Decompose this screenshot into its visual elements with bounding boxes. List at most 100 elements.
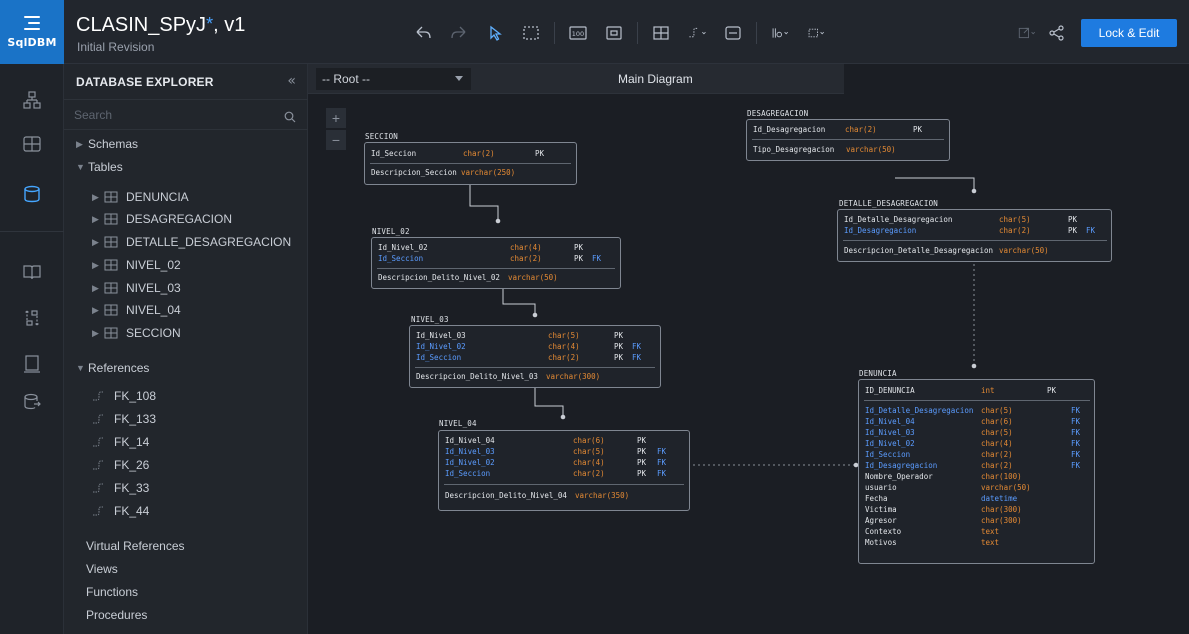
hierarchy-icon[interactable]: [22, 90, 42, 110]
zoom-level-icon[interactable]: 100: [565, 20, 591, 46]
tree-tables[interactable]: ▼ Tables: [76, 157, 123, 177]
divider: [843, 240, 1107, 241]
column-row: Motivos text: [865, 538, 1000, 547]
column-row: Id_Nivel_02 char(4) PK FK: [416, 342, 642, 351]
table-icon: [104, 304, 118, 316]
table-grid-icon[interactable]: [22, 134, 42, 154]
database-icon[interactable]: [22, 184, 42, 204]
column-row: Id_Nivel_04 char(6) FK: [865, 417, 1081, 426]
tree-table-item[interactable]: ▶ NIVEL_04: [92, 300, 181, 320]
column-row: Descripcion_Detalle_Desagregacion varchar…: [844, 246, 1049, 255]
table-icon: [104, 259, 118, 271]
main-toolbar: 100: [410, 20, 839, 46]
tree-reference-item[interactable]: FK_133: [92, 409, 156, 429]
entity-nivel-02[interactable]: Id_Nivel_02 char(4) PK Id_Seccion char(2) PK…: [371, 237, 621, 289]
entity-desagregacion[interactable]: Id_Desagregacion char(2) PK Tipo_Desagrega…: [746, 119, 950, 161]
link-desagregacion-detalle[interactable]: [895, 177, 975, 191]
tab-main-diagram[interactable]: Main Diagram: [618, 72, 693, 86]
fit-screen-icon[interactable]: [601, 20, 627, 46]
note-icon[interactable]: [720, 20, 746, 46]
layout-icon[interactable]: [803, 20, 829, 46]
column-row: Id_Desagregacion char(2) FK: [865, 461, 1081, 470]
tree-views[interactable]: Views: [86, 559, 118, 579]
column-row: Id_Nivel_02 char(4) PK FK: [445, 458, 667, 467]
table-icon: [104, 213, 118, 225]
column-row: Contexto text: [865, 527, 1000, 536]
entity-nivel-04[interactable]: Id_Nivel_04 char(6) PK Id_Nivel_03 char(5) P…: [438, 430, 690, 511]
app-logo[interactable]: SqlDBM: [0, 0, 64, 64]
tree-table-item[interactable]: ▶ SECCION: [92, 323, 181, 343]
relationship-icon[interactable]: [684, 20, 710, 46]
column-row: Id_Nivel_03 char(5) PK: [416, 331, 624, 340]
tree-virtual-references[interactable]: Virtual References: [86, 536, 185, 556]
search-input[interactable]: [74, 104, 274, 126]
caret-down-icon: ▼: [76, 162, 85, 172]
explorer-search: [64, 100, 308, 130]
tree-table-item[interactable]: ▶ DESAGREGACION: [92, 209, 232, 229]
reference-icon: [93, 506, 103, 516]
tree-reference-item[interactable]: FK_14: [92, 432, 149, 452]
tree-functions[interactable]: Functions: [86, 582, 138, 602]
tree-references[interactable]: ▼ References: [76, 358, 149, 378]
entity-title: SECCION: [365, 132, 399, 141]
root-schema-select[interactable]: -- Root --: [316, 68, 471, 90]
tree-reference-item[interactable]: FK_44: [92, 501, 149, 521]
column-row: Descripcion_Delito_Nivel_04 varchar(350): [445, 491, 630, 500]
column-row: usuario varchar(50): [865, 483, 1031, 492]
marquee-select-icon[interactable]: [518, 20, 544, 46]
database-export-icon[interactable]: [22, 392, 42, 412]
document-icon[interactable]: [22, 354, 42, 374]
left-rail: [0, 64, 64, 634]
export-icon[interactable]: [1012, 20, 1042, 46]
entity-title: NIVEL_04: [439, 419, 477, 428]
caret-right-icon: ▶: [92, 327, 99, 338]
column-row: Id_Seccion char(2) PK FK: [378, 254, 602, 263]
column-row: Nombre_Operador char(100): [865, 472, 1022, 481]
column-row: Agresor char(300): [865, 516, 1022, 525]
compare-icon[interactable]: [22, 308, 42, 328]
tree-reference-item[interactable]: FK_26: [92, 455, 149, 475]
tree-table-item[interactable]: ▶ DETALLE_DESAGREGACION: [92, 232, 291, 252]
reference-icon: [93, 460, 103, 470]
table-icon: [104, 191, 118, 203]
entity-nivel-03[interactable]: Id_Nivel_03 char(5) PK Id_Nivel_02 char(4) P…: [409, 325, 661, 388]
tree-procedures[interactable]: Procedures: [86, 605, 147, 625]
tree-reference-item[interactable]: FK_108: [92, 386, 156, 406]
entity-title: NIVEL_03: [411, 315, 449, 324]
tree-reference-item[interactable]: FK_33: [92, 478, 149, 498]
column-row: Id_Nivel_02 char(4) PK: [378, 243, 584, 252]
top-header: SqlDBM CLASIN_SPyJ*, v1 Initial Revision…: [0, 0, 1189, 64]
tree-schemas[interactable]: ▶ Schemas: [76, 134, 138, 154]
divider: [752, 139, 944, 140]
link-seccion-nivel02[interactable]: [469, 184, 499, 221]
pointer-icon[interactable]: [482, 20, 508, 46]
entity-seccion[interactable]: Id_Seccion char(2) PK Descripcion_Seccion v…: [364, 142, 577, 185]
project-name: CLASIN_SPyJ: [76, 14, 207, 36]
tree-table-item[interactable]: ▶ NIVEL_02: [92, 255, 181, 275]
search-icon[interactable]: [284, 108, 296, 123]
link-nivel03-nivel04[interactable]: [534, 388, 564, 417]
tree-table-item[interactable]: ▶ NIVEL_03: [92, 278, 181, 298]
share-icon[interactable]: [1044, 20, 1070, 46]
undo-icon[interactable]: [410, 20, 436, 46]
tree-table-item[interactable]: ▶ DENUNCIA: [92, 187, 189, 207]
add-table-icon[interactable]: [648, 20, 674, 46]
explorer-title: DATABASE EXPLORER: [76, 75, 214, 89]
divider: [377, 268, 615, 269]
caret-right-icon: ▶: [92, 191, 99, 202]
divider: [370, 163, 571, 164]
entity-denuncia[interactable]: ID_DENUNCIA int PK Id_Detalle_Desagregacio…: [858, 379, 1095, 564]
view-options-icon[interactable]: [767, 20, 793, 46]
project-title[interactable]: CLASIN_SPyJ*, v1: [76, 14, 245, 37]
collapse-panel-icon[interactable]: «: [287, 73, 296, 89]
divider: [444, 484, 684, 485]
diagram-canvas[interactable]: + − SECCION Id_Seccion char(2) PK Descripc…: [308, 94, 1189, 634]
redo-icon[interactable]: [446, 20, 472, 46]
column-row: Id_Seccion char(2) PK FK: [445, 469, 667, 478]
column-row: Id_Nivel_02 char(4) FK: [865, 439, 1081, 448]
lock-edit-button[interactable]: Lock & Edit: [1081, 19, 1177, 47]
column-row: Victima char(300): [865, 505, 1022, 514]
menu-icon: [24, 15, 40, 30]
entity-detalle-desagregacion[interactable]: Id_Detalle_Desagregacion char(5) PK Id_Des…: [837, 209, 1112, 262]
book-icon[interactable]: [22, 262, 42, 282]
